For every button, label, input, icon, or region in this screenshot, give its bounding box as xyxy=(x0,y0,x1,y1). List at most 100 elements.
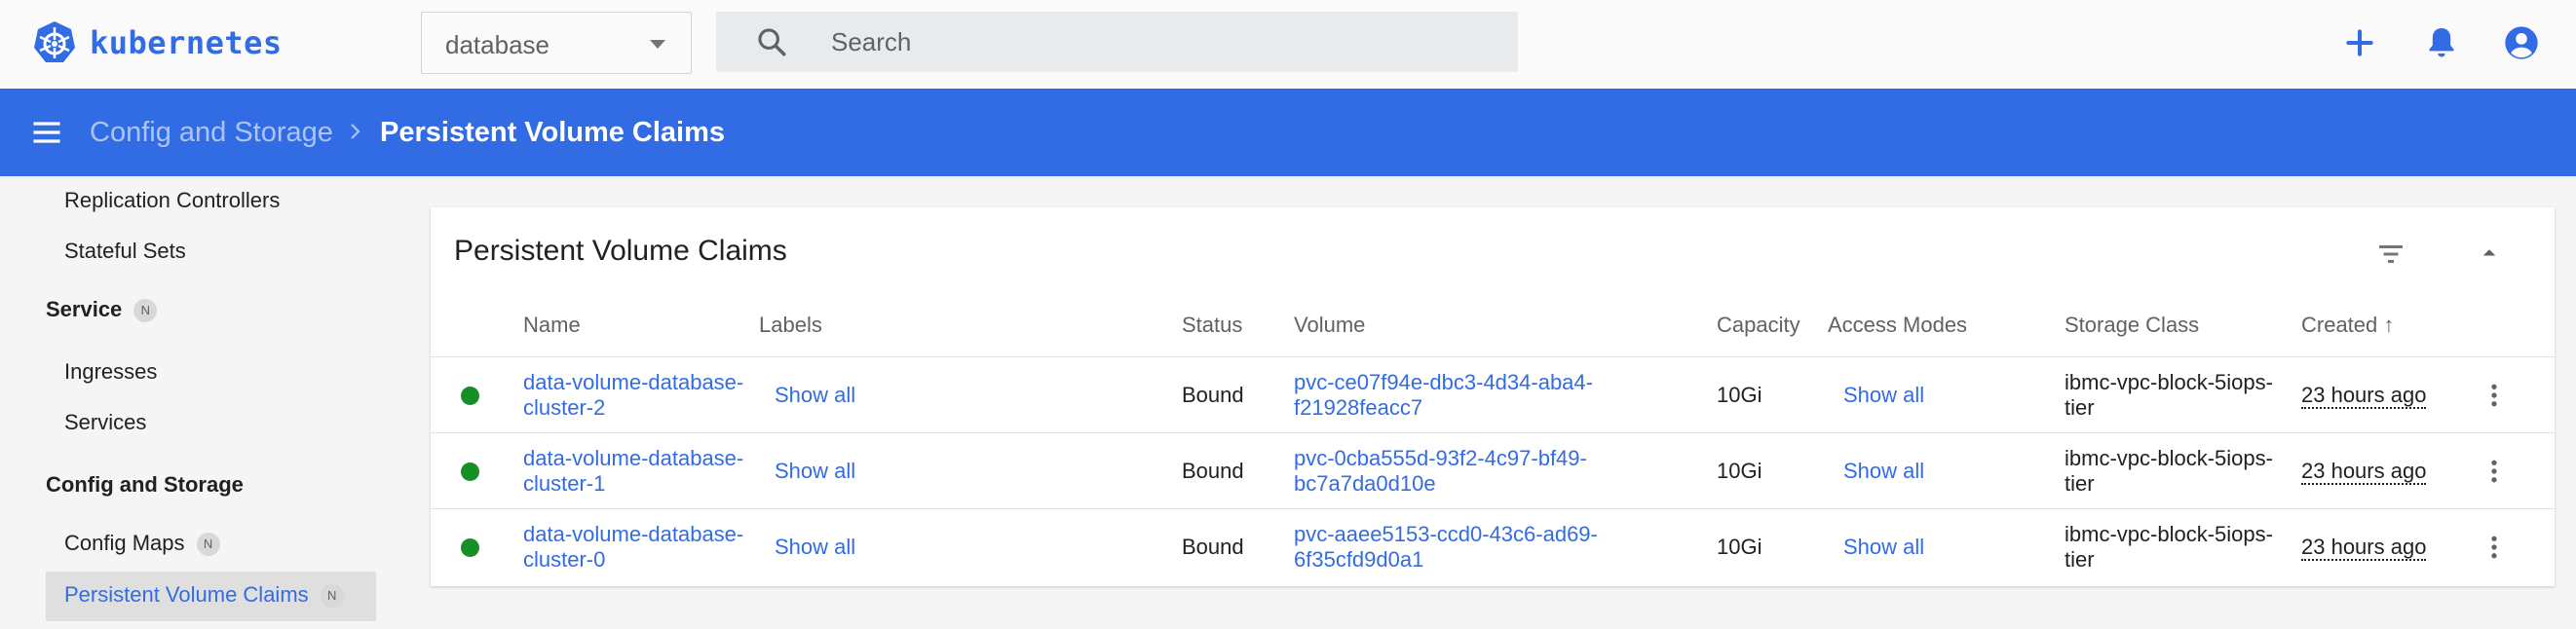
storage-class-line2: tier xyxy=(2065,395,2095,420)
access-modes-show-all-link[interactable]: Show all xyxy=(1843,535,1924,560)
pvc-name-line2: cluster-2 xyxy=(523,395,606,420)
column-header-name[interactable]: Name xyxy=(523,313,581,338)
pvc-name-line1: data-volume-database- xyxy=(523,446,744,470)
sort-arrow-icon: ↑ xyxy=(2383,313,2395,337)
status-text: Bound xyxy=(1182,383,1244,407)
column-header-access-modes: Access Modes xyxy=(1828,313,1968,337)
bell-icon[interactable] xyxy=(2422,23,2461,62)
storage-class-value: ibmc-vpc-block-5iops-tier xyxy=(2065,446,2273,497)
column-header-storage-class[interactable]: Storage Class xyxy=(2065,313,2199,338)
volume-line2: f21928feacc7 xyxy=(1294,395,1423,420)
storage-class-value: ibmc-vpc-block-5iops-tier xyxy=(2065,370,2273,421)
menu-icon[interactable] xyxy=(29,115,64,150)
table-row[interactable]: data-volume-database-cluster-2 Show all … xyxy=(431,356,2555,432)
pvc-name-line1: data-volume-database- xyxy=(523,522,744,546)
namespaced-badge: N xyxy=(196,533,220,557)
sidebar-section-config-and-storage[interactable]: Config and Storage xyxy=(46,472,244,498)
sidebar-item-config-maps[interactable]: Config Maps N xyxy=(64,531,220,557)
pvc-name-link[interactable]: data-volume-database-cluster-1 xyxy=(523,446,743,497)
pvc-name-link[interactable]: data-volume-database-cluster-2 xyxy=(523,370,743,421)
namespaced-badge: N xyxy=(320,584,344,609)
sidebar-section-service[interactable]: Service N xyxy=(46,297,158,323)
volume-line1: pvc-aaee5153-ccd0-43c6-ad69- xyxy=(1294,522,1598,546)
volume-line1: pvc-ce07f94e-dbc3-4d34-aba4- xyxy=(1294,370,1593,394)
created-age-text: 23 hours ago xyxy=(2301,535,2427,561)
search-input[interactable] xyxy=(831,24,1494,59)
column-header-created[interactable]: Created ↑ xyxy=(2301,313,2394,338)
labels-show-all-link[interactable]: Show all xyxy=(775,383,855,408)
created-age-text: 23 hours ago xyxy=(2301,383,2427,409)
account-circle-icon[interactable] xyxy=(2502,23,2541,62)
sidebar-item-ingresses[interactable]: Ingresses xyxy=(64,359,157,385)
storage-class-value: ibmc-vpc-block-5iops-tier xyxy=(2065,522,2273,573)
column-header-label: Created xyxy=(2301,313,2378,337)
column-header-status[interactable]: Status xyxy=(1182,313,1242,338)
sidebar-item-label: Persistent Volume Claims xyxy=(64,582,309,607)
table-row[interactable]: data-volume-database-cluster-1 Show all … xyxy=(431,432,2555,508)
namespace-select[interactable]: database xyxy=(421,12,692,74)
namespaced-badge: N xyxy=(133,299,158,323)
storage-class-line2: tier xyxy=(2065,547,2095,572)
search-icon xyxy=(758,28,786,56)
capacity-value: 10Gi xyxy=(1717,459,1762,483)
kubernetes-logo[interactable] xyxy=(31,19,78,66)
column-header-capacity[interactable]: Capacity xyxy=(1717,313,1800,338)
storage-class-line1: ibmc-vpc-block-5iops- xyxy=(2065,522,2273,546)
top-bar: kubernetes database xyxy=(0,0,2576,89)
chevron-right-icon xyxy=(351,124,360,139)
pvc-name-line1: data-volume-database- xyxy=(523,370,744,394)
search-bar[interactable] xyxy=(716,12,1518,72)
table-row[interactable]: data-volume-database-cluster-0 Show all … xyxy=(431,508,2555,584)
access-modes-show-all-link[interactable]: Show all xyxy=(1843,383,1924,408)
storage-class-line2: tier xyxy=(2065,471,2095,496)
volume-line1: pvc-0cba555d-93f2-4c97-bf49- xyxy=(1294,446,1587,470)
namespace-value: database xyxy=(445,30,549,59)
labels-show-all-link[interactable]: Show all xyxy=(775,459,855,484)
page-title: Persistent Volume Claims xyxy=(380,117,726,148)
volume-line2: 6f35cfd9d0a1 xyxy=(1294,547,1424,572)
sidebar-item-replication-controllers[interactable]: Replication Controllers xyxy=(64,188,280,213)
access-modes-show-all-link[interactable]: Show all xyxy=(1843,459,1924,484)
created-age[interactable]: 23 hours ago xyxy=(2301,383,2427,409)
chevron-down-icon xyxy=(650,40,665,49)
storage-class-line1: ibmc-vpc-block-5iops- xyxy=(2065,370,2273,394)
more-vert-icon[interactable] xyxy=(2480,533,2509,562)
page-header: Config and Storage Persistent Volume Cla… xyxy=(0,89,2576,176)
labels-show-all-link[interactable]: Show all xyxy=(775,535,855,560)
app-name[interactable]: kubernetes xyxy=(90,24,283,61)
sidebar-section-label: Service xyxy=(46,297,123,321)
column-header-labels: Labels xyxy=(759,313,822,337)
status-text: Bound xyxy=(1182,459,1244,483)
filter-icon[interactable] xyxy=(2373,237,2408,272)
volume-link[interactable]: pvc-aaee5153-ccd0-43c6-ad69- 6f35cfd9d0a1 xyxy=(1294,522,1598,573)
pvc-list-card: Persistent Volume Claims Name Labels Sta… xyxy=(431,207,2555,586)
volume-link[interactable]: pvc-ce07f94e-dbc3-4d34-aba4- f21928feacc7 xyxy=(1294,370,1593,421)
pvc-name-link[interactable]: data-volume-database-cluster-0 xyxy=(523,522,743,573)
capacity-value: 10Gi xyxy=(1717,535,1762,559)
sidebar-item-services[interactable]: Services xyxy=(64,410,146,435)
chevron-up-icon[interactable] xyxy=(2475,239,2504,268)
status-ok-icon xyxy=(461,387,479,405)
sidebar-item-persistent-volume-claims[interactable]: Persistent Volume Claims N xyxy=(64,582,344,609)
sidebar-item-label: Config Maps xyxy=(64,531,185,555)
status-text: Bound xyxy=(1182,535,1244,559)
column-header-volume[interactable]: Volume xyxy=(1294,313,1365,338)
status-ok-icon xyxy=(461,538,479,557)
breadcrumb-parent[interactable]: Config and Storage xyxy=(90,117,333,149)
sidebar-item-stateful-sets[interactable]: Stateful Sets xyxy=(64,239,186,264)
created-age[interactable]: 23 hours ago xyxy=(2301,535,2427,561)
capacity-value: 10Gi xyxy=(1717,383,1762,407)
volume-line2: bc7a7da0d10e xyxy=(1294,471,1436,496)
created-age[interactable]: 23 hours ago xyxy=(2301,459,2427,485)
volume-link[interactable]: pvc-0cba555d-93f2-4c97-bf49- bc7a7da0d10e xyxy=(1294,446,1587,497)
more-vert-icon[interactable] xyxy=(2480,381,2509,410)
card-title: Persistent Volume Claims xyxy=(454,235,787,267)
pvc-name-line2: cluster-0 xyxy=(523,547,606,572)
more-vert-icon[interactable] xyxy=(2480,457,2509,486)
pvc-name-line2: cluster-1 xyxy=(523,471,606,496)
storage-class-line1: ibmc-vpc-block-5iops- xyxy=(2065,446,2273,470)
plus-icon[interactable] xyxy=(2340,23,2379,62)
sidebar: Replication Controllers Stateful Sets Se… xyxy=(0,176,399,629)
created-age-text: 23 hours ago xyxy=(2301,459,2427,485)
status-ok-icon xyxy=(461,462,479,481)
